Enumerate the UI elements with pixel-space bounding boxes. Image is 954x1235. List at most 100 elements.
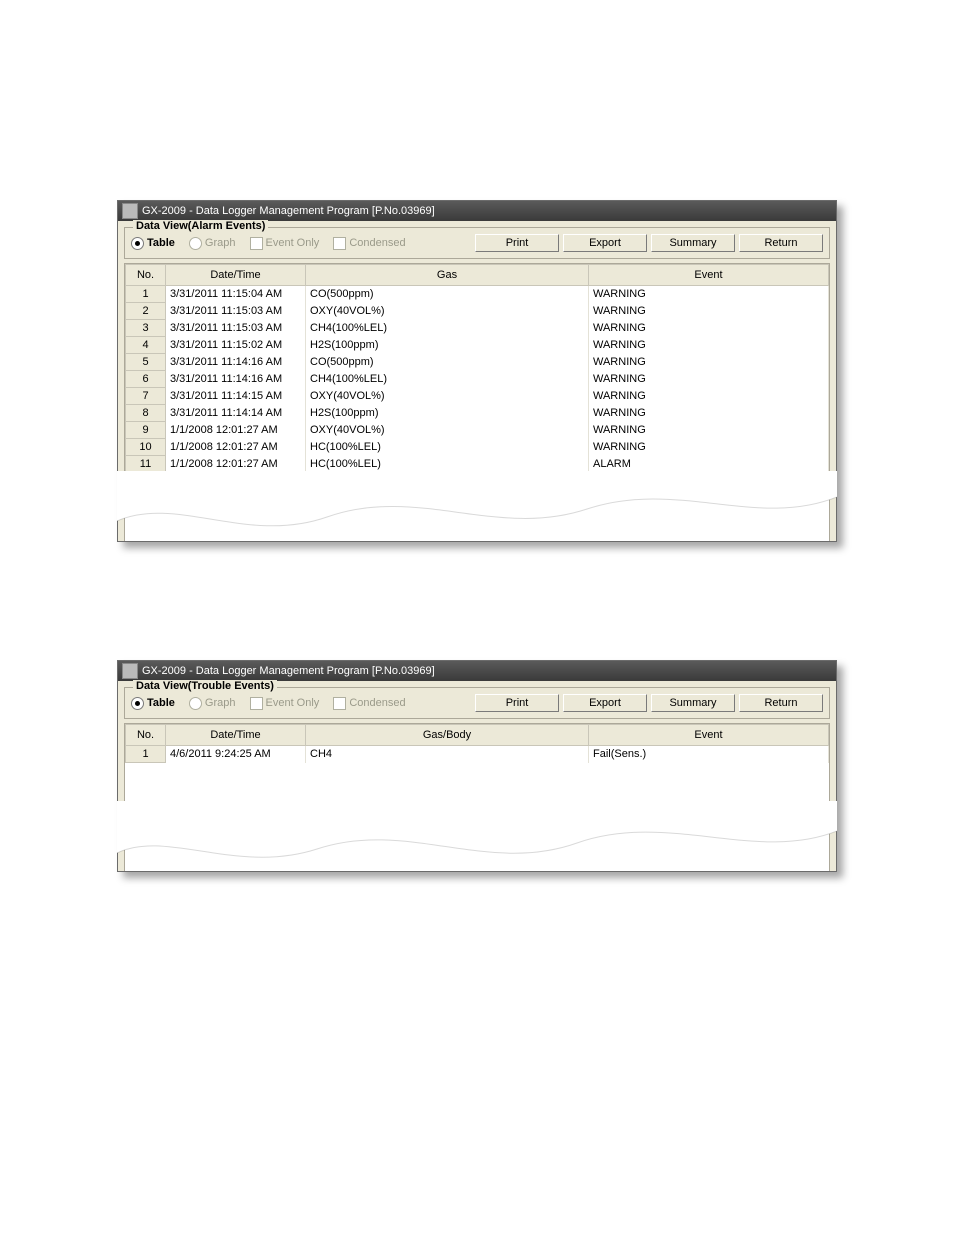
cell-datetime: 3/31/2011 11:14:16 AM — [166, 371, 306, 388]
radio-graph-label: Graph — [205, 696, 236, 710]
cell-event: WARNING — [589, 439, 829, 456]
table-row[interactable]: 91/1/2008 12:01:27 AMOXY(40VOL%)WARNING — [126, 422, 829, 439]
check-event-only: Event Only — [250, 236, 320, 250]
table-row[interactable]: 63/31/2011 11:14:16 AMCH4(100%LEL)WARNIN… — [126, 371, 829, 388]
group-legend: Data View(Alarm Events) — [133, 220, 268, 232]
cell-event: WARNING — [589, 286, 829, 303]
cell-gas: H2S(100ppm) — [306, 405, 589, 422]
table-row[interactable]: 73/31/2011 11:14:15 AMOXY(40VOL%)WARNING — [126, 388, 829, 405]
cell-gas: CO(500ppm) — [306, 354, 589, 371]
cell-no: 7 — [126, 388, 166, 405]
cell-no: 10 — [126, 439, 166, 456]
check-event-only: Event Only — [250, 696, 320, 710]
cell-no: 9 — [126, 422, 166, 439]
cell-gas: HC(100%LEL) — [306, 439, 589, 456]
cell-datetime: 3/31/2011 11:15:03 AM — [166, 320, 306, 337]
radio-table-label: Table — [147, 696, 175, 710]
cell-datetime: 3/31/2011 11:15:02 AM — [166, 337, 306, 354]
table-row[interactable]: 111/1/2008 12:01:27 AMHC(100%LEL)ALARM — [126, 456, 829, 473]
cell-datetime: 4/6/2011 9:24:25 AM — [166, 746, 306, 763]
check-condensed: Condensed — [333, 236, 405, 250]
table-row[interactable]: 83/31/2011 11:14:14 AMH2S(100ppm)WARNING — [126, 405, 829, 422]
cell-gas: CH4 — [306, 746, 589, 763]
cell-gas: HC(100%LEL) — [306, 456, 589, 473]
cell-datetime: 3/31/2011 11:14:15 AM — [166, 388, 306, 405]
cell-gas: CH4(100%LEL) — [306, 320, 589, 337]
export-button[interactable]: Export — [563, 234, 647, 252]
cell-gas: OXY(40VOL%) — [306, 303, 589, 320]
alarm-events-table[interactable]: No. Date/Time Gas Event 13/31/2011 11:15… — [124, 263, 830, 542]
cell-no: 6 — [126, 371, 166, 388]
summary-button[interactable]: Summary — [651, 234, 735, 252]
cell-datetime: 3/31/2011 11:15:03 AM — [166, 303, 306, 320]
radio-graph-label: Graph — [205, 236, 236, 250]
cell-gas: OXY(40VOL%) — [306, 422, 589, 439]
summary-button[interactable]: Summary — [651, 694, 735, 712]
check-condensed-label: Condensed — [349, 236, 405, 250]
cell-gas: CO(500ppm) — [306, 286, 589, 303]
trouble-events-table[interactable]: No. Date/Time Gas/Body Event 14/6/2011 9… — [124, 723, 830, 872]
col-no[interactable]: No. — [126, 725, 166, 746]
cell-event: WARNING — [589, 422, 829, 439]
cell-event: WARNING — [589, 405, 829, 422]
cell-no: 2 — [126, 303, 166, 320]
print-button[interactable]: Print — [475, 234, 559, 252]
print-button[interactable]: Print — [475, 694, 559, 712]
cell-no: 12 — [126, 473, 166, 490]
radio-table[interactable]: Table — [131, 236, 175, 250]
table-row[interactable]: 23/31/2011 11:15:03 AMOXY(40VOL%)WARNING — [126, 303, 829, 320]
cell-datetime: 1/1/2008 12:01:27 AM — [166, 473, 306, 490]
table-row[interactable]: 33/31/2011 11:15:03 AMCH4(100%LEL)WARNIN… — [126, 320, 829, 337]
cell-datetime: 1/1/2008 12:01:27 AM — [166, 422, 306, 439]
cell-gas: HC(100%LEL) — [306, 473, 589, 490]
export-button[interactable]: Export — [563, 694, 647, 712]
cell-event: ALARM — [589, 456, 829, 473]
group-legend: Data View(Trouble Events) — [133, 680, 277, 692]
cell-no: 5 — [126, 354, 166, 371]
cell-event: WARNING — [589, 320, 829, 337]
return-button[interactable]: Return — [739, 234, 823, 252]
cell-no: 3 — [126, 320, 166, 337]
trouble-events-window: GX-2009 - Data Logger Management Program… — [117, 660, 837, 870]
check-event-only-label: Event Only — [266, 236, 320, 250]
alarm-events-window: GX-2009 - Data Logger Management Program… — [117, 200, 837, 540]
cell-event: WARNING — [589, 354, 829, 371]
cell-gas: CH4(100%LEL) — [306, 371, 589, 388]
cell-event: OVER — [589, 473, 829, 490]
table-row[interactable]: 13/31/2011 11:15:04 AMCO(500ppm)WARNING — [126, 286, 829, 303]
table-row[interactable]: 43/31/2011 11:15:02 AMH2S(100ppm)WARNING — [126, 337, 829, 354]
cell-event: WARNING — [589, 337, 829, 354]
cell-datetime: 1/1/2008 12:01:27 AM — [166, 456, 306, 473]
cell-event: WARNING — [589, 303, 829, 320]
radio-graph: Graph — [189, 236, 236, 250]
return-button[interactable]: Return — [739, 694, 823, 712]
cell-event: WARNING — [589, 388, 829, 405]
col-gasbody[interactable]: Gas/Body — [306, 725, 589, 746]
data-view-group: Data View(Trouble Events) Table Graph Ev… — [124, 687, 830, 719]
cell-datetime: 3/31/2011 11:14:16 AM — [166, 354, 306, 371]
cell-gas: H2S(100ppm) — [306, 337, 589, 354]
col-no[interactable]: No. — [126, 265, 166, 286]
col-event[interactable]: Event — [589, 725, 829, 746]
radio-table-label: Table — [147, 236, 175, 250]
window-title: GX-2009 - Data Logger Management Program… — [142, 665, 435, 677]
cell-no: 1 — [126, 286, 166, 303]
cell-no: 1 — [126, 746, 166, 763]
col-gas[interactable]: Gas — [306, 265, 589, 286]
app-icon — [122, 203, 138, 219]
col-datetime[interactable]: Date/Time — [166, 265, 306, 286]
table-row[interactable]: 101/1/2008 12:01:27 AMHC(100%LEL)WARNING — [126, 439, 829, 456]
cell-gas: OXY(40VOL%) — [306, 388, 589, 405]
col-event[interactable]: Event — [589, 265, 829, 286]
table-row[interactable]: 14/6/2011 9:24:25 AMCH4Fail(Sens.) — [126, 746, 829, 763]
window-titlebar[interactable]: GX-2009 - Data Logger Management Program… — [118, 201, 836, 221]
cell-no: 8 — [126, 405, 166, 422]
radio-table[interactable]: Table — [131, 696, 175, 710]
table-row[interactable]: 121/1/2008 12:01:27 AMHC(100%LEL)OVER — [126, 473, 829, 490]
check-event-only-label: Event Only — [266, 696, 320, 710]
table-row[interactable]: 53/31/2011 11:14:16 AMCO(500ppm)WARNING — [126, 354, 829, 371]
window-titlebar[interactable]: GX-2009 - Data Logger Management Program… — [118, 661, 836, 681]
col-datetime[interactable]: Date/Time — [166, 725, 306, 746]
app-icon — [122, 663, 138, 679]
cell-datetime: 3/31/2011 11:14:14 AM — [166, 405, 306, 422]
